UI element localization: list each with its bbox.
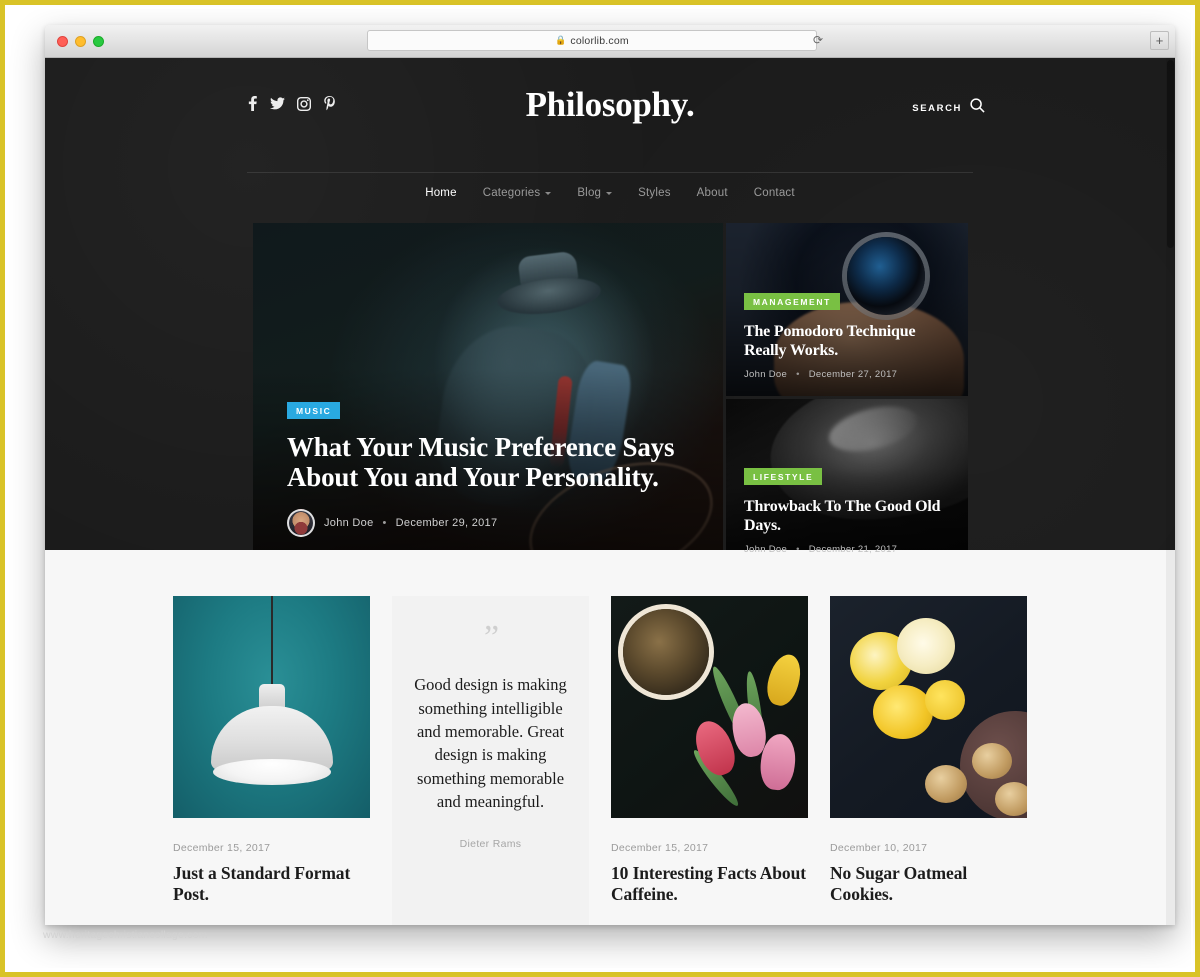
post-thumbnail-coffee[interactable] bbox=[611, 596, 808, 818]
category-badge[interactable]: MUSIC bbox=[287, 401, 341, 419]
hero-side-post-1[interactable]: MANAGEMENT The Pomodoro Technique Really… bbox=[726, 223, 968, 396]
category-badge[interactable]: LIFESTYLE bbox=[744, 468, 823, 486]
site-logo[interactable]: Philosophy. bbox=[45, 85, 1175, 125]
close-window-button[interactable] bbox=[57, 35, 68, 47]
posts-grid: December 15, 2017 Just a Standard Format… bbox=[173, 596, 1035, 925]
scrollbar-thumb[interactable] bbox=[1167, 60, 1174, 248]
author-name[interactable]: John Doe bbox=[744, 369, 787, 380]
browser-window: 🔒 colorlib.com ⟳ + Philosophy. SEARCH Ho… bbox=[45, 25, 1175, 925]
nav-item-about[interactable]: About bbox=[697, 187, 728, 199]
meta-separator: • bbox=[796, 544, 800, 555]
post-title[interactable]: Just a Standard Format Post. bbox=[173, 863, 370, 906]
hero-side-title-1[interactable]: The Pomodoro Technique Really Works. bbox=[744, 323, 954, 361]
avatar bbox=[287, 509, 315, 537]
address-bar[interactable]: 🔒 colorlib.com bbox=[367, 30, 817, 51]
nav-item-blog[interactable]: Blog bbox=[577, 187, 613, 199]
post-date: December 15, 2017 bbox=[173, 842, 271, 854]
nav-label: About bbox=[696, 187, 728, 199]
nav-label: Home bbox=[425, 187, 457, 199]
hero-side-content-1: MANAGEMENT The Pomodoro Technique Really… bbox=[744, 292, 954, 380]
hero-side-post-2[interactable]: LIFESTYLE Throwback To The Good Old Days… bbox=[726, 398, 968, 571]
maximize-window-button[interactable] bbox=[93, 35, 104, 47]
browser-toolbar: 🔒 colorlib.com ⟳ + bbox=[45, 25, 1175, 58]
hero-side-column: MANAGEMENT The Pomodoro Technique Really… bbox=[726, 223, 968, 571]
post-thumbnail-flowers[interactable] bbox=[830, 596, 1027, 818]
post-title[interactable]: 10 Interesting Facts About Caffeine. bbox=[611, 863, 808, 906]
hero-side-title-2[interactable]: Throwback To The Good Old Days. bbox=[744, 498, 954, 536]
hero-side-content-2: LIFESTYLE Throwback To The Good Old Days… bbox=[744, 467, 954, 555]
quote-author: Dieter Rams bbox=[459, 837, 522, 850]
header-divider bbox=[247, 172, 973, 173]
site-header-hero: Philosophy. SEARCH Home Categories Blog … bbox=[45, 58, 1175, 571]
post-date: December 10, 2017 bbox=[830, 842, 928, 854]
author-name[interactable]: John Doe bbox=[744, 544, 787, 555]
post-card-oatmeal-cookies[interactable]: December 10, 2017 No Sugar Oatmeal Cooki… bbox=[830, 596, 1027, 925]
hero-featured-meta: John Doe • December 29, 2017 bbox=[287, 509, 689, 537]
page-scrollbar[interactable] bbox=[1166, 58, 1175, 925]
post-date: December 21, 2017 bbox=[808, 544, 898, 555]
page-frame: 🔒 colorlib.com ⟳ + Philosophy. SEARCH Ho… bbox=[0, 0, 1200, 977]
chevron-down-icon bbox=[545, 192, 552, 195]
post-excerpt: Lorem ipsum Sed eiusmod esse aliqua sed … bbox=[611, 924, 808, 925]
post-date: December 27, 2017 bbox=[808, 368, 898, 380]
meta-separator: • bbox=[382, 517, 387, 529]
nav-item-contact[interactable]: Contact bbox=[754, 187, 795, 199]
hero-side-meta-2: John Doe • December 21, 2017 bbox=[744, 544, 954, 555]
nav-label: Styles bbox=[638, 187, 671, 199]
post-title[interactable]: No Sugar Oatmeal Cookies. bbox=[830, 863, 1027, 906]
url-text: colorlib.com bbox=[570, 34, 629, 47]
post-thumbnail-lamp[interactable] bbox=[173, 596, 370, 818]
nav-label: Blog bbox=[577, 187, 602, 199]
posts-section: December 15, 2017 Just a Standard Format… bbox=[45, 550, 1175, 925]
quote-text: Good design is making something intellig… bbox=[414, 675, 567, 812]
hero-side-meta-1: John Doe • December 27, 2017 bbox=[744, 369, 954, 380]
site-topbar: Philosophy. SEARCH bbox=[45, 58, 1175, 131]
category-badge[interactable]: MANAGEMENT bbox=[744, 292, 840, 310]
window-controls[interactable] bbox=[45, 35, 104, 47]
nav-item-styles[interactable]: Styles bbox=[638, 187, 671, 199]
post-excerpt: Lorem ipsum Sed eiusmod esse aliqua sed … bbox=[830, 924, 1027, 925]
post-card-standard-format[interactable]: December 15, 2017 Just a Standard Format… bbox=[173, 596, 370, 925]
hero-featured-content: MUSIC What Your Music Preference Says Ab… bbox=[287, 401, 689, 537]
post-date: December 29, 2017 bbox=[395, 517, 498, 529]
author-name[interactable]: John Doe bbox=[324, 517, 374, 529]
quote-card[interactable]: ” Good design is making something intell… bbox=[392, 596, 589, 925]
main-navigation[interactable]: Home Categories Blog Styles About Contac… bbox=[45, 180, 1175, 206]
lock-icon: 🔒 bbox=[555, 35, 567, 45]
site-viewport: Philosophy. SEARCH Home Categories Blog … bbox=[45, 58, 1175, 925]
hero-section: MUSIC What Your Music Preference Says Ab… bbox=[253, 223, 968, 571]
watermark: www.heritagechristiancollage.com bbox=[43, 929, 208, 941]
meta-separator: • bbox=[796, 368, 800, 380]
search-button[interactable]: SEARCH bbox=[912, 98, 985, 118]
new-tab-button[interactable]: + bbox=[1150, 31, 1169, 50]
nav-label: Categories bbox=[482, 187, 541, 199]
post-card-caffeine[interactable]: December 15, 2017 10 Interesting Facts A… bbox=[611, 596, 808, 925]
chevron-down-icon bbox=[606, 192, 613, 195]
search-label: SEARCH bbox=[912, 102, 962, 114]
nav-item-home[interactable]: Home bbox=[425, 187, 456, 199]
post-excerpt: Lorem ipsum Sed eiusmod esse bbox=[173, 924, 370, 925]
search-icon[interactable] bbox=[970, 98, 985, 118]
reload-icon[interactable]: ⟳ bbox=[813, 33, 823, 47]
hero-featured-title[interactable]: What Your Music Preference Says About Yo… bbox=[287, 432, 689, 492]
post-date: December 15, 2017 bbox=[611, 842, 709, 854]
nav-label: Contact bbox=[753, 187, 795, 199]
nav-item-categories[interactable]: Categories bbox=[483, 187, 552, 199]
hero-featured-post[interactable]: MUSIC What Your Music Preference Says Ab… bbox=[253, 223, 723, 571]
minimize-window-button[interactable] bbox=[75, 35, 86, 47]
quote-icon: ” bbox=[483, 619, 499, 656]
